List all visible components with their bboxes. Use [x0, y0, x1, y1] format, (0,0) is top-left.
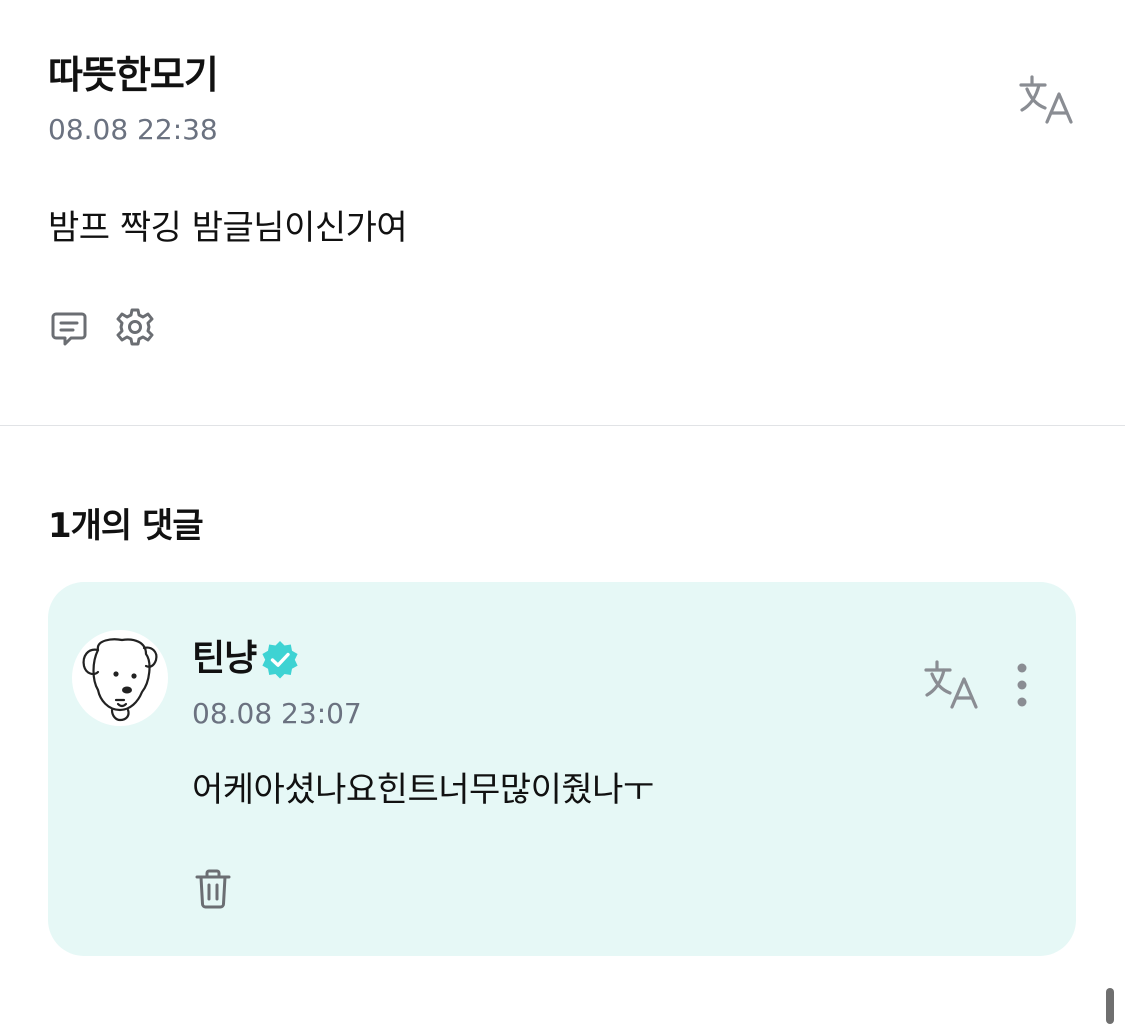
comment-timestamp: 08.08 23:07: [192, 697, 362, 730]
dog-avatar[interactable]: [72, 630, 168, 726]
comments-count-heading: 1개의 댓글: [48, 506, 204, 546]
comment-card: 틴냥 08.08 23:07 어케아셨나요힌트너무많이줬나ㅜ: [48, 582, 1076, 956]
translate-icon[interactable]: [922, 656, 984, 714]
comment-icon[interactable]: [46, 306, 92, 352]
post: 따뜻한모기 08.08 22:38 밤프 짝깅 밤글님이신가여: [0, 0, 1125, 425]
gear-icon[interactable]: [112, 304, 158, 350]
section-divider: [0, 425, 1125, 426]
post-body-text: 밤프 짝깅 밤글님이신가여: [48, 208, 408, 248]
post-author-name[interactable]: 따뜻한모기: [48, 50, 219, 100]
comment-author-name[interactable]: 틴냥: [192, 636, 257, 682]
comment-body-text: 어케아셨나요힌트너무많이줬나ㅜ: [192, 770, 654, 810]
verified-badge-icon: [260, 639, 300, 679]
comment-author[interactable]: 틴냥: [192, 636, 300, 682]
trash-icon[interactable]: [190, 864, 236, 914]
post-timestamp: 08.08 22:38: [48, 113, 218, 146]
scrollbar-thumb[interactable]: [1106, 988, 1114, 1024]
more-vertical-icon[interactable]: [1004, 658, 1040, 712]
translate-icon[interactable]: [1016, 70, 1080, 130]
